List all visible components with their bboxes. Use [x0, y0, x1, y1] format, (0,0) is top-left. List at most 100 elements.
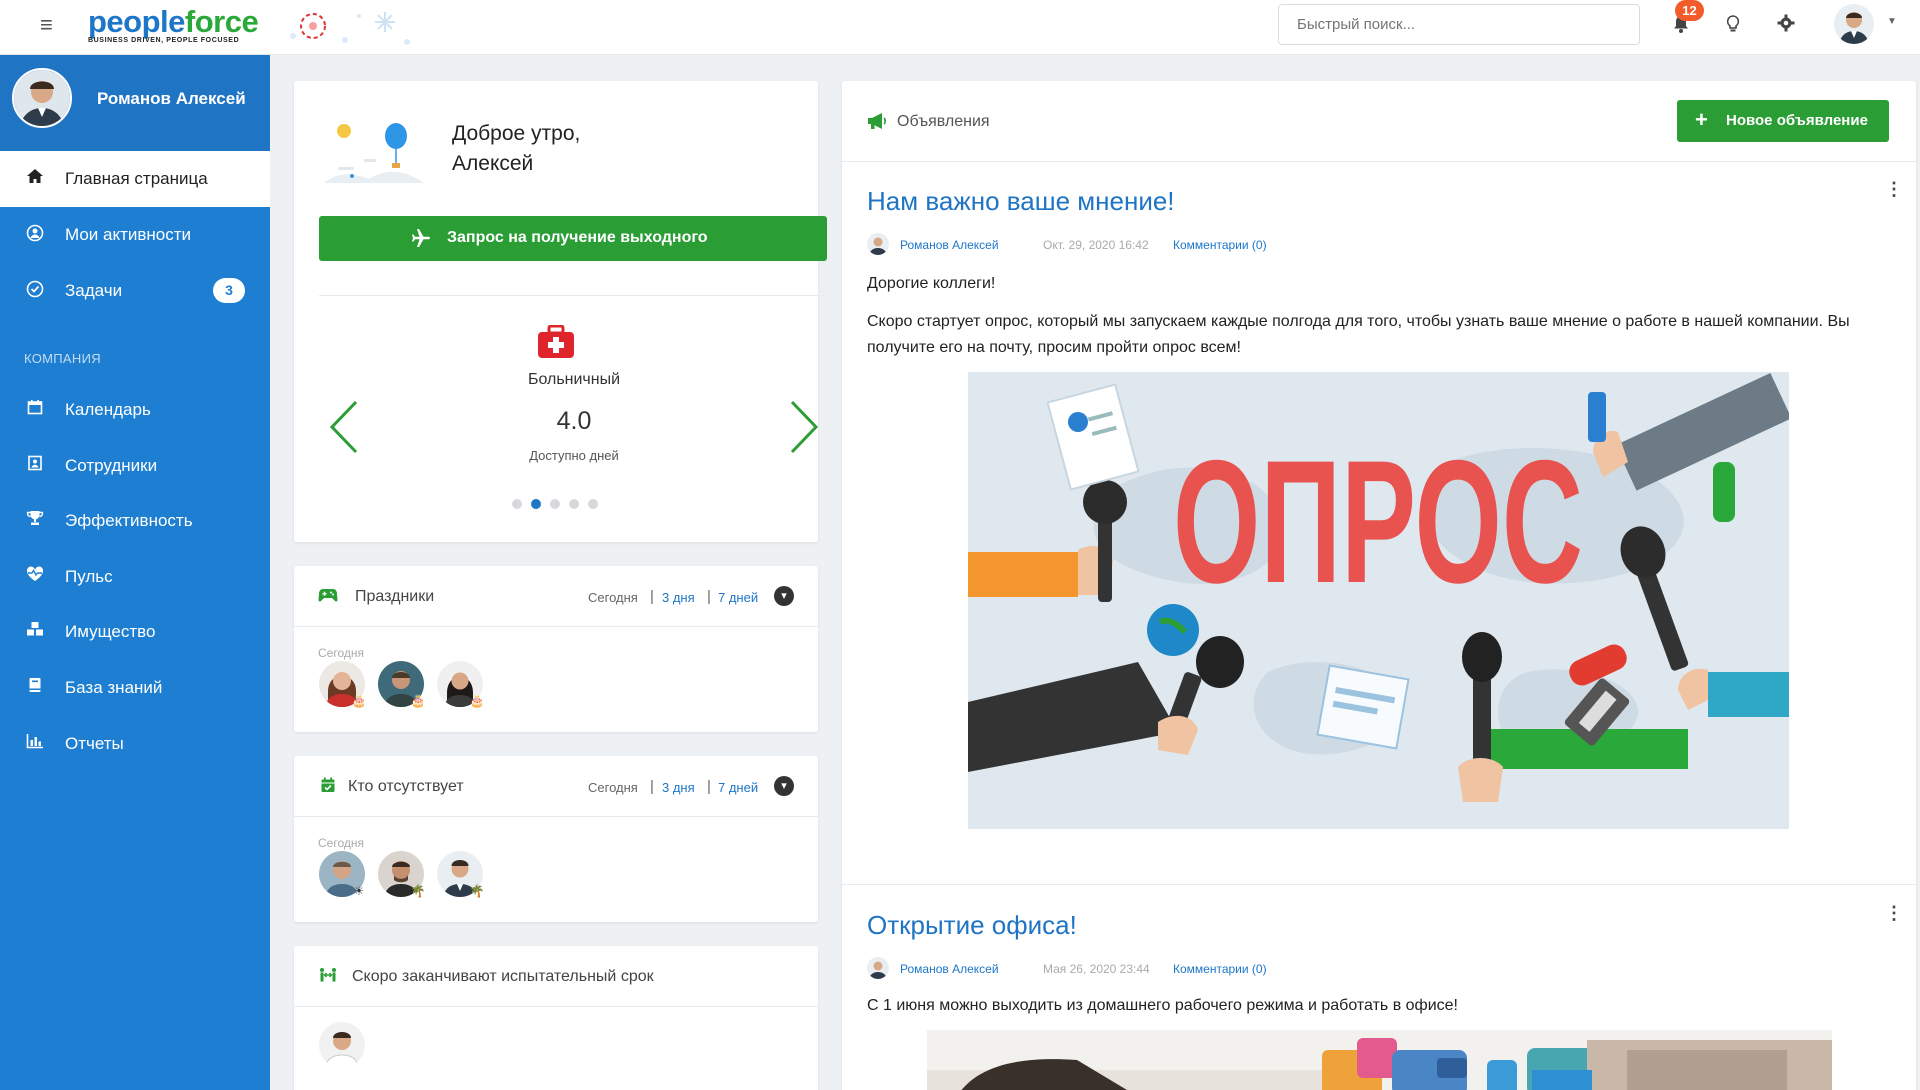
book-icon	[24, 677, 46, 699]
first-aid-kit-icon	[538, 325, 574, 358]
divider	[842, 884, 1916, 885]
holidays-filter-3-days[interactable]: 3 дня	[662, 590, 695, 605]
sidebar-avatar-icon	[12, 68, 72, 128]
notification-count-badge: 12	[1675, 0, 1704, 21]
sidebar-section-company: КОМПАНИЯ	[24, 351, 101, 366]
carousel-dot[interactable]	[512, 499, 522, 509]
chevron-down-icon[interactable]: ▼	[1887, 16, 1897, 27]
absent-filter-today[interactable]: Сегодня	[588, 780, 638, 795]
sidebar-item-label: Имущество	[65, 622, 156, 641]
divider: |	[650, 588, 654, 605]
holidays-card: Праздники Сегодня | 3 дня | 7 дней ▾ Сег…	[294, 566, 818, 732]
post-comments-link[interactable]: Комментарии (0)	[1173, 238, 1267, 252]
announcements-header: Объявления + Новое объявление	[842, 81, 1916, 162]
post-body-text: С 1 июня можно выходить из домашнего раб…	[867, 997, 1458, 1014]
divider: |	[650, 778, 654, 795]
request-leave-label: Запрос на получение выходного	[447, 229, 708, 246]
sidebar-item-assets[interactable]: Имущество	[0, 604, 270, 660]
chevron-right-icon[interactable]	[786, 397, 822, 457]
sidebar-item-label: Пульс	[65, 567, 113, 586]
office-image	[927, 1030, 1832, 1090]
logo-people: people	[88, 4, 185, 39]
sidebar-user-profile[interactable]: Романов Алексей	[0, 55, 270, 151]
holidays-filter-today[interactable]: Сегодня	[588, 590, 638, 605]
chevron-down-icon[interactable]: ▾	[774, 586, 794, 606]
palm-tree-icon: 🌴	[410, 884, 426, 898]
leave-type-label: Больничный	[527, 371, 621, 388]
top-bar: ≡ peopleforce BUSINESS DRIVEN, PEOPLE FO…	[0, 0, 1920, 55]
user-avatar-icon[interactable]	[1834, 4, 1874, 44]
greeting-text: Доброе утро, Алексей	[452, 119, 712, 179]
post-author-link[interactable]: Романов Алексей	[900, 238, 999, 252]
sidebar-item-home[interactable]: Главная страница	[0, 151, 270, 207]
sidebar-item-knowledge-base[interactable]: База знаний	[0, 660, 270, 716]
holidays-period-label: Сегодня	[318, 646, 364, 660]
carousel-dot[interactable]	[550, 499, 560, 509]
new-announcement-label: Новое объявление	[1726, 112, 1868, 129]
sidebar-item-label: Мои активности	[65, 225, 192, 244]
heartbeat-icon	[24, 566, 46, 588]
kebab-menu-icon[interactable]: ⋮	[1885, 179, 1903, 199]
new-announcement-button[interactable]: + Новое объявление	[1677, 100, 1889, 142]
absent-filter-3-days[interactable]: 3 дня	[662, 780, 695, 795]
sidebar-item-pulse[interactable]: Пульс	[0, 549, 270, 605]
user-circle-icon	[24, 224, 46, 246]
holidays-title: Праздники	[355, 588, 435, 605]
post-meta: Романов Алексей Мая 26, 2020 23:44 Комме…	[867, 957, 1367, 981]
sidebar-username: Романов Алексей	[97, 89, 246, 108]
carousel-dot[interactable]	[531, 499, 541, 509]
chevron-down-icon[interactable]: ▾	[774, 776, 794, 796]
carousel-dots	[512, 499, 636, 511]
chevron-left-icon[interactable]	[326, 397, 362, 457]
sidebar-item-calendar[interactable]: Календарь	[0, 382, 270, 438]
greeting-card: Доброе утро, Алексей Запрос на получение…	[294, 81, 827, 542]
sidebar-item-reports[interactable]: Отчеты	[0, 716, 270, 772]
greeting-line-2: Алексей	[452, 152, 534, 175]
announcements-card: Объявления + Новое объявление Нам важно …	[842, 81, 1916, 1090]
sidebar-item-my-activities[interactable]: Мои активности	[0, 207, 270, 263]
probation-title: Скоро заканчивают испытательный срок	[352, 968, 654, 985]
sidebar-item-tasks[interactable]: Задачи 3	[0, 263, 270, 319]
quick-search-input[interactable]	[1278, 4, 1640, 45]
sidebar-item-label: Сотрудники	[65, 456, 158, 475]
absent-title: Кто отсутствует	[348, 778, 464, 795]
request-leave-button[interactable]: Запрос на получение выходного	[319, 216, 827, 261]
post-comments-link[interactable]: Комментарии (0)	[1173, 962, 1267, 976]
post-body-text: Скоро стартует опрос, который мы запуска…	[867, 313, 1850, 356]
sidebar-item-label: Отчеты	[65, 734, 124, 753]
airplane-icon	[411, 228, 431, 253]
absent-filter-7-days[interactable]: 7 дней	[718, 780, 758, 795]
sidebar-item-label: Задачи	[65, 281, 123, 300]
gamepad-icon	[318, 587, 338, 607]
divider	[319, 295, 827, 296]
post-title[interactable]: Открытие офиса!	[867, 910, 1077, 941]
sidebar-item-label: Главная страница	[65, 169, 208, 188]
divider: |	[707, 588, 711, 605]
sidebar-item-performance[interactable]: Эффективность	[0, 493, 270, 549]
kebab-menu-icon[interactable]: ⋮	[1885, 903, 1903, 923]
holidays-filter-7-days[interactable]: 7 дней	[718, 590, 758, 605]
sidebar-item-employees[interactable]: Сотрудники	[0, 438, 270, 494]
balloon-illustration-icon	[324, 123, 424, 183]
megaphone-icon	[866, 111, 888, 131]
post-author-link[interactable]: Романов Алексей	[900, 962, 999, 976]
avatar[interactable]	[319, 1022, 365, 1068]
absent-header: Кто отсутствует Сегодня | 3 дня | 7 дней…	[294, 756, 818, 817]
home-icon	[24, 168, 46, 190]
post-meta: Романов Алексей Окт. 29, 2020 16:42 Комм…	[867, 233, 1367, 257]
post-body-greeting: Дорогие коллеги!	[867, 275, 996, 292]
gear-icon[interactable]	[1774, 14, 1798, 38]
cake-icon: 🎂	[410, 694, 426, 708]
menu-icon[interactable]: ≡	[40, 14, 62, 36]
carousel-dot[interactable]	[588, 499, 598, 509]
check-circle-icon	[24, 280, 46, 302]
trophy-icon	[24, 510, 46, 532]
carousel-dot[interactable]	[569, 499, 579, 509]
survey-image: ОПРОС	[968, 372, 1789, 829]
probation-header: Скоро заканчивают испытательный срок	[294, 946, 818, 1007]
logo[interactable]: peopleforce BUSINESS DRIVEN, PEOPLE FOCU…	[88, 4, 259, 44]
logo-tagline: BUSINESS DRIVEN, PEOPLE FOCUSED	[88, 37, 240, 44]
post-title[interactable]: Нам важно ваше мнение!	[867, 186, 1175, 217]
lightbulb-icon[interactable]	[1721, 14, 1745, 38]
holidays-header: Праздники Сегодня | 3 дня | 7 дней ▾	[294, 566, 818, 627]
